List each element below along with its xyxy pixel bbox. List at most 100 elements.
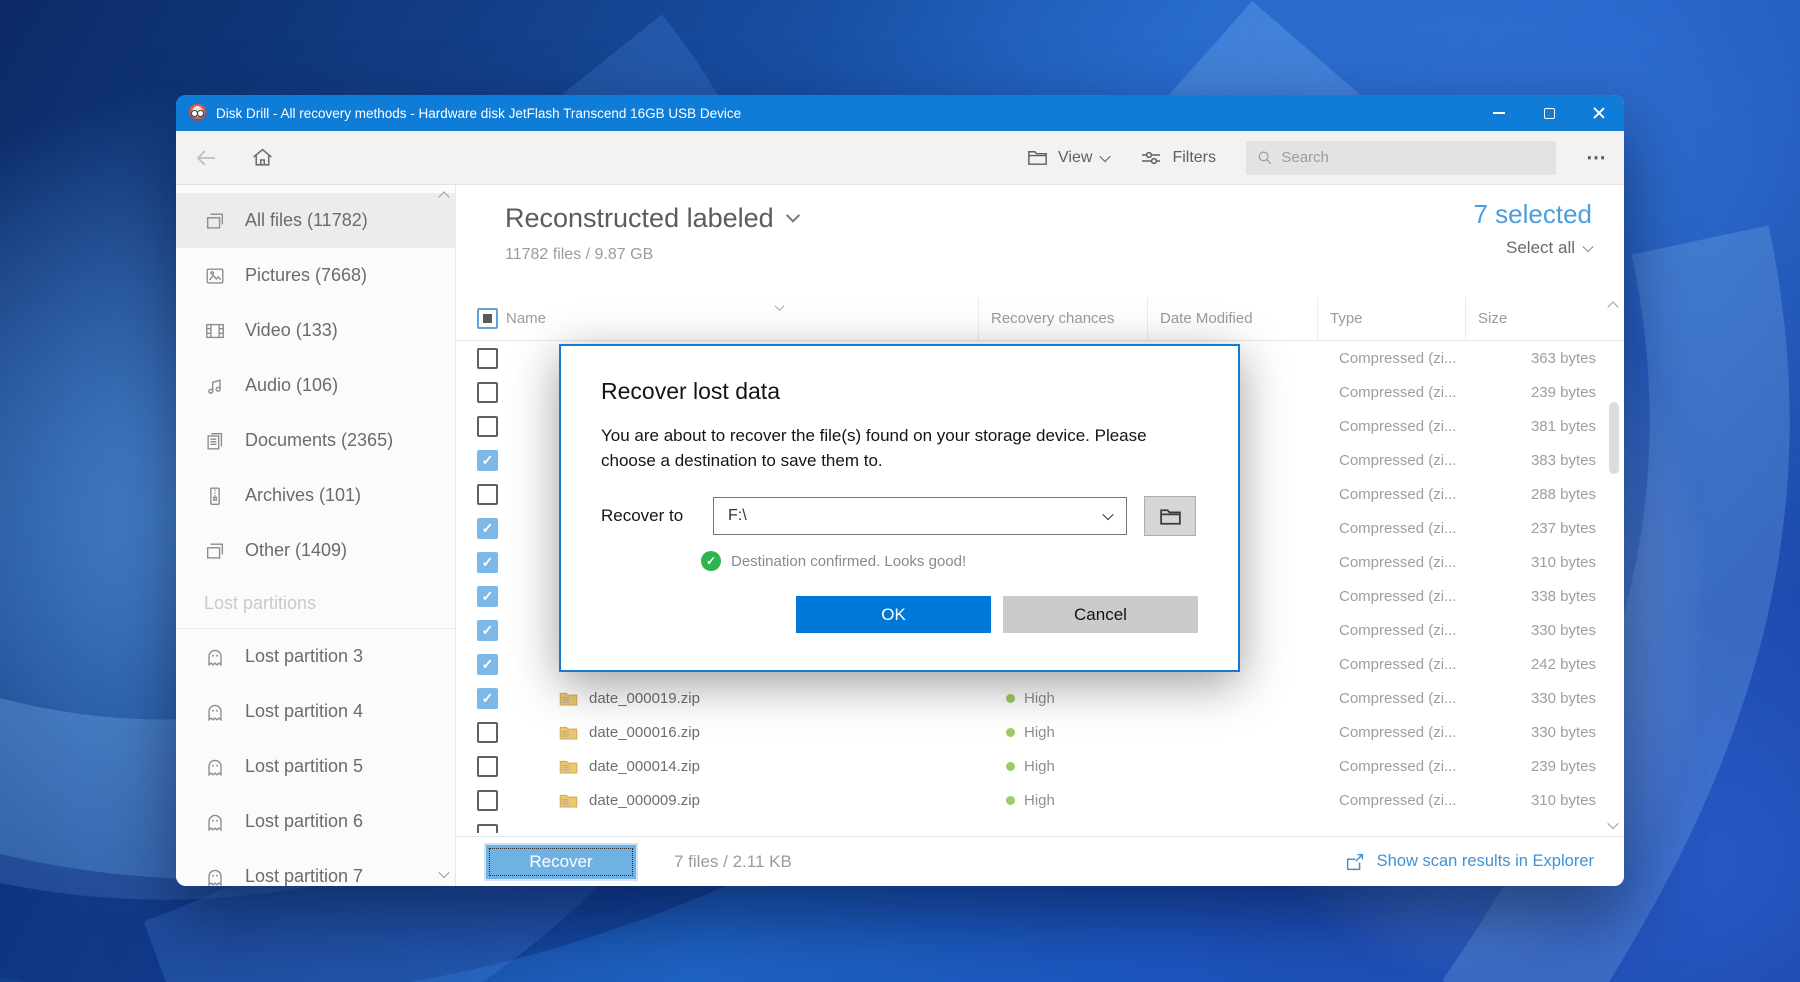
row-checkbox[interactable] (477, 619, 498, 641)
date-modified (1147, 783, 1317, 817)
filters-button[interactable]: Filters (1139, 146, 1216, 170)
row-checkbox[interactable] (477, 789, 498, 811)
sidebar-item-lost-partition[interactable]: Lost partition 7 (176, 849, 455, 886)
recovery-label: High (1024, 723, 1055, 741)
back-button[interactable] (194, 146, 218, 170)
file-size: 381 bytes (1530, 417, 1596, 435)
column-header-size[interactable]: Size (1465, 297, 1606, 340)
scrollbar-thumb[interactable] (1609, 402, 1619, 474)
column-header-name[interactable]: Name (500, 297, 978, 340)
file-type: Compressed (zi... (1339, 485, 1457, 503)
column-header-date[interactable]: Date Modified (1147, 297, 1317, 340)
ok-button[interactable]: OK (796, 596, 991, 634)
row-checkbox[interactable] (477, 755, 498, 777)
ghost-icon (204, 646, 226, 668)
maximize-button[interactable] (1524, 95, 1574, 131)
row-checkbox[interactable] (477, 823, 498, 833)
file-type: Compressed (zi... (1339, 689, 1457, 707)
sidebar-item-lost-partition[interactable]: Lost partition 5 (176, 739, 455, 794)
cancel-button[interactable]: Cancel (1003, 596, 1198, 634)
row-checkbox[interactable] (477, 347, 498, 369)
row-checkbox[interactable] (477, 415, 498, 437)
recovery-dot-icon (1006, 727, 1015, 737)
home-button[interactable] (250, 145, 275, 170)
sidebar: All files (11782) Pictures (7668) Video … (176, 185, 456, 886)
table-scrollbar[interactable] (1606, 297, 1624, 833)
sidebar-item-audio[interactable]: Audio (106) (176, 358, 455, 413)
recovery-dot-icon (1006, 761, 1015, 771)
table-row[interactable]: date_000014.zip High Compressed (zi... 2… (456, 749, 1624, 783)
date-modified (1147, 749, 1317, 783)
table-row[interactable] (456, 817, 1624, 833)
select-all-dropdown[interactable]: Select all (1473, 238, 1594, 258)
row-checkbox[interactable] (477, 381, 498, 403)
scroll-up-icon[interactable] (1607, 301, 1619, 313)
file-size: 383 bytes (1530, 451, 1596, 469)
select-all-checkbox[interactable] (477, 308, 498, 329)
file-size: 310 bytes (1530, 553, 1596, 571)
close-icon (1592, 106, 1606, 120)
sort-indicator-icon (774, 298, 785, 315)
row-checkbox[interactable] (477, 517, 498, 539)
content-header: Reconstructed labeled 11782 files / 9.87… (456, 185, 1624, 297)
sidebar-item-all[interactable]: All files (11782) (176, 193, 455, 248)
file-type: Compressed (zi... (1339, 621, 1457, 639)
destination-combobox[interactable]: F:\ (713, 497, 1127, 536)
view-menu-button[interactable]: View (1026, 146, 1112, 169)
file-size: 330 bytes (1530, 689, 1596, 707)
ghost-icon (204, 811, 226, 833)
dialog-body-text: You are about to recover the file(s) fou… (601, 426, 1147, 470)
sidebar-item-archives[interactable]: Archives (101) (176, 468, 455, 523)
minimize-button[interactable] (1474, 95, 1524, 131)
table-row[interactable]: date_000019.zip High Compressed (zi... 3… (456, 681, 1624, 715)
column-header-recovery[interactable]: Recovery chances (978, 297, 1147, 340)
recovery-dot-icon (1006, 693, 1015, 703)
scroll-down-icon[interactable] (438, 866, 450, 879)
row-checkbox[interactable] (477, 687, 498, 709)
row-checkbox[interactable] (477, 721, 498, 743)
toolbar: View Filters ⋯ (176, 131, 1624, 185)
sidebar-item-label: Archives (101) (245, 485, 362, 505)
selection-summary: 7 files / 2.11 KB (674, 851, 792, 871)
title-bar[interactable]: Disk Drill - All recovery methods - Hard… (176, 95, 1624, 131)
sidebar-item-lost-partition[interactable]: Lost partition 4 (176, 684, 455, 739)
search-box[interactable] (1246, 140, 1556, 175)
scroll-up-icon[interactable] (438, 191, 450, 203)
disk-drill-app-icon (188, 103, 207, 123)
row-checkbox[interactable] (477, 483, 498, 505)
show-in-explorer-link[interactable]: Show scan results in Explorer (1344, 851, 1594, 873)
row-checkbox[interactable] (477, 585, 498, 607)
search-input[interactable] (1281, 149, 1546, 166)
column-header-type[interactable]: Type (1317, 297, 1465, 340)
table-header: Name Recovery chances Date Modified Type… (456, 297, 1624, 341)
sidebar-item-lost-partition[interactable]: Lost partition 3 (176, 629, 455, 684)
desktop-wallpaper: Disk Drill - All recovery methods - Hard… (0, 0, 1800, 982)
file-type: Compressed (zi... (1339, 757, 1457, 775)
browse-folder-button[interactable] (1144, 496, 1196, 537)
show-in-explorer-label: Show scan results in Explorer (1376, 852, 1594, 870)
row-checkbox[interactable] (477, 449, 498, 471)
close-button[interactable] (1574, 95, 1624, 131)
sidebar-item-other[interactable]: Other (1409) (176, 523, 455, 578)
file-name: date_000014.zip (589, 757, 700, 775)
sidebar-scrollbar[interactable] (436, 185, 454, 886)
row-checkbox[interactable] (477, 551, 498, 573)
file-type: Compressed (zi... (1339, 587, 1457, 605)
destination-status-text: Destination confirmed. Looks good! (731, 552, 967, 570)
scroll-down-icon[interactable] (1607, 817, 1619, 830)
view-title-dropdown[interactable]: Reconstructed labeled (505, 203, 1624, 234)
date-modified (1147, 681, 1317, 715)
select-all-label: Select all (1506, 238, 1575, 257)
sidebar-item-lost-partition[interactable]: Lost partition 6 (176, 794, 455, 849)
sidebar-item-pictures[interactable]: Pictures (7668) (176, 248, 455, 303)
recovery-label: High (1024, 791, 1055, 809)
table-row[interactable]: date_000016.zip High Compressed (zi... 3… (456, 715, 1624, 749)
filters-label: Filters (1172, 148, 1216, 166)
more-options-button[interactable]: ⋯ (1586, 145, 1608, 170)
chevron-down-icon (785, 208, 800, 223)
sidebar-item-video[interactable]: Video (133) (176, 303, 455, 358)
table-row[interactable]: date_000009.zip High Compressed (zi... 3… (456, 783, 1624, 817)
recover-button[interactable]: Recover (486, 844, 636, 879)
sidebar-item-documents[interactable]: Documents (2365) (176, 413, 455, 468)
row-checkbox[interactable] (477, 653, 498, 675)
